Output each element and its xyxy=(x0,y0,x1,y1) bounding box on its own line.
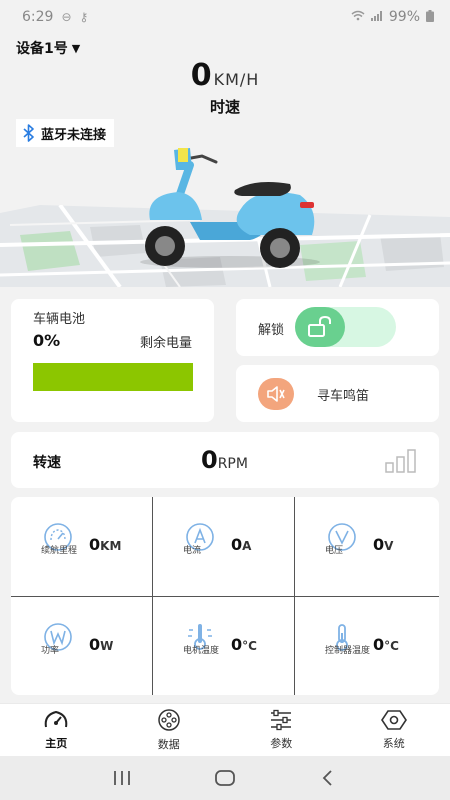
battery-percent: 99% xyxy=(388,9,420,25)
metric-controller-temp-number: 0 xyxy=(373,635,385,654)
rpm-value: 0 xyxy=(201,446,218,474)
metric-voltage-value: 0V xyxy=(373,535,393,554)
data-icon xyxy=(158,709,180,731)
status-left: 6:29 ⊖ ⚷ xyxy=(22,9,88,25)
home-icon xyxy=(215,770,235,786)
speed-display: 0 KM/H 时速 xyxy=(0,58,450,116)
device-selector[interactable]: 设备1号 ▼ xyxy=(16,38,80,58)
tab-system-label: 系统 xyxy=(382,737,405,750)
metric-current-number: 0 xyxy=(231,535,243,554)
battery-bar xyxy=(33,363,193,391)
signal-bars-icon xyxy=(385,449,417,477)
speedometer-icon xyxy=(44,710,68,728)
metric-power-value: 0W xyxy=(89,635,113,654)
metric-power-number: 0 xyxy=(89,635,101,654)
padlock-open-icon xyxy=(308,316,331,337)
metric-range-name: 续航里程 xyxy=(41,546,78,556)
speed-label: 时速 xyxy=(209,98,240,116)
battery-icon xyxy=(426,9,434,25)
bluetooth-status-text: 蓝牙未连接 xyxy=(41,127,107,143)
metric-motor-temp-unit: °C xyxy=(242,639,257,653)
metric-motor-temp: 电机温度 0°C xyxy=(153,597,295,695)
metric-current-name: 电流 xyxy=(183,546,202,556)
metric-voltage: 电压 0V xyxy=(295,497,439,597)
metric-range-number: 0 xyxy=(89,535,101,554)
status-right: 99% xyxy=(351,9,434,25)
unlock-card: 解锁 xyxy=(236,299,439,356)
metric-power-unit: W xyxy=(100,639,114,653)
unlock-toggle[interactable] xyxy=(295,307,396,347)
rpm-label: 转速 xyxy=(33,455,61,471)
tab-home[interactable]: 主页 xyxy=(0,704,113,756)
back-button[interactable] xyxy=(308,763,348,793)
metric-controller-temp-unit: °C xyxy=(384,639,399,653)
tab-system[interactable]: 系统 xyxy=(338,704,450,756)
metrics-panel: 续航里程 0KM 电流 0A 电压 0V 功率 0W 电机温度 0°C 控制器温… xyxy=(11,497,439,695)
rpm-value-group: 0RPM xyxy=(201,446,248,474)
battery-bar-fill xyxy=(33,363,193,391)
back-icon xyxy=(323,770,332,786)
speed-value: 0 xyxy=(190,58,212,93)
battery-title: 车辆电池 xyxy=(33,312,86,327)
hexagon-settings-icon xyxy=(380,710,407,730)
metric-controller-temp: 控制器温度 0°C xyxy=(295,597,439,695)
tab-data-label: 数据 xyxy=(157,738,180,751)
device-name: 设备1号 xyxy=(16,41,68,57)
rpm-card: 转速 0RPM xyxy=(11,432,439,488)
metric-motor-temp-name: 电机温度 xyxy=(183,646,220,656)
metric-voltage-name: 电压 xyxy=(325,546,344,556)
metric-range-unit: KM xyxy=(100,539,122,553)
metric-controller-temp-value: 0°C xyxy=(373,635,399,654)
tab-home-label: 主页 xyxy=(45,737,68,750)
tab-params[interactable]: 参数 xyxy=(225,704,338,756)
tab-params-label: 参数 xyxy=(270,737,293,750)
metric-motor-temp-value: 0°C xyxy=(231,635,257,654)
unlock-toggle-knob[interactable] xyxy=(295,307,345,347)
bluetooth-icon xyxy=(23,124,34,142)
wifi-icon xyxy=(351,10,365,24)
home-button[interactable] xyxy=(205,763,245,793)
metric-current-value: 0A xyxy=(231,535,251,554)
battery-card: 车辆电池 0% 剩余电量 xyxy=(11,299,214,422)
metric-motor-temp-number: 0 xyxy=(231,635,243,654)
caret-down-icon: ▼ xyxy=(71,41,81,55)
signal-icon xyxy=(370,10,383,24)
system-nav-bar xyxy=(0,756,450,800)
metric-voltage-number: 0 xyxy=(373,535,385,554)
unlock-label: 解锁 xyxy=(258,323,285,338)
bottom-tab-bar: 主页 数据 参数 系统 xyxy=(0,703,450,756)
sliders-icon xyxy=(271,709,292,731)
metric-range-value: 0KM xyxy=(89,535,121,554)
minus-circle-icon: ⊖ xyxy=(61,10,72,24)
battery-percent-value: 0% xyxy=(33,331,61,350)
recent-apps-button[interactable] xyxy=(102,763,142,793)
metric-power-name: 功率 xyxy=(41,646,60,656)
recent-apps-icon xyxy=(113,771,130,785)
metric-controller-temp-name: 控制器温度 xyxy=(325,646,371,656)
scooter-illustration xyxy=(130,140,330,272)
status-time: 6:29 xyxy=(22,9,54,25)
metric-voltage-unit: V xyxy=(384,539,394,553)
battery-remaining-label: 剩余电量 xyxy=(139,336,192,351)
metric-current: 电流 0A xyxy=(153,497,295,597)
metric-range: 续航里程 0KM xyxy=(11,497,153,597)
speaker-icon xyxy=(258,378,294,410)
metric-current-unit: A xyxy=(242,539,252,553)
metric-power: 功率 0W xyxy=(11,597,153,695)
speed-unit: KM/H xyxy=(213,70,260,89)
rpm-unit: RPM xyxy=(217,456,248,472)
tab-data[interactable]: 数据 xyxy=(113,704,226,756)
bluetooth-status[interactable]: 蓝牙未连接 xyxy=(16,119,114,147)
status-bar: 6:29 ⊖ ⚷ 99% xyxy=(0,0,450,34)
key-icon: ⚷ xyxy=(79,10,89,24)
horn-button[interactable]: 寻车鸣笛 xyxy=(236,365,439,422)
horn-label: 寻车鸣笛 xyxy=(317,389,370,404)
